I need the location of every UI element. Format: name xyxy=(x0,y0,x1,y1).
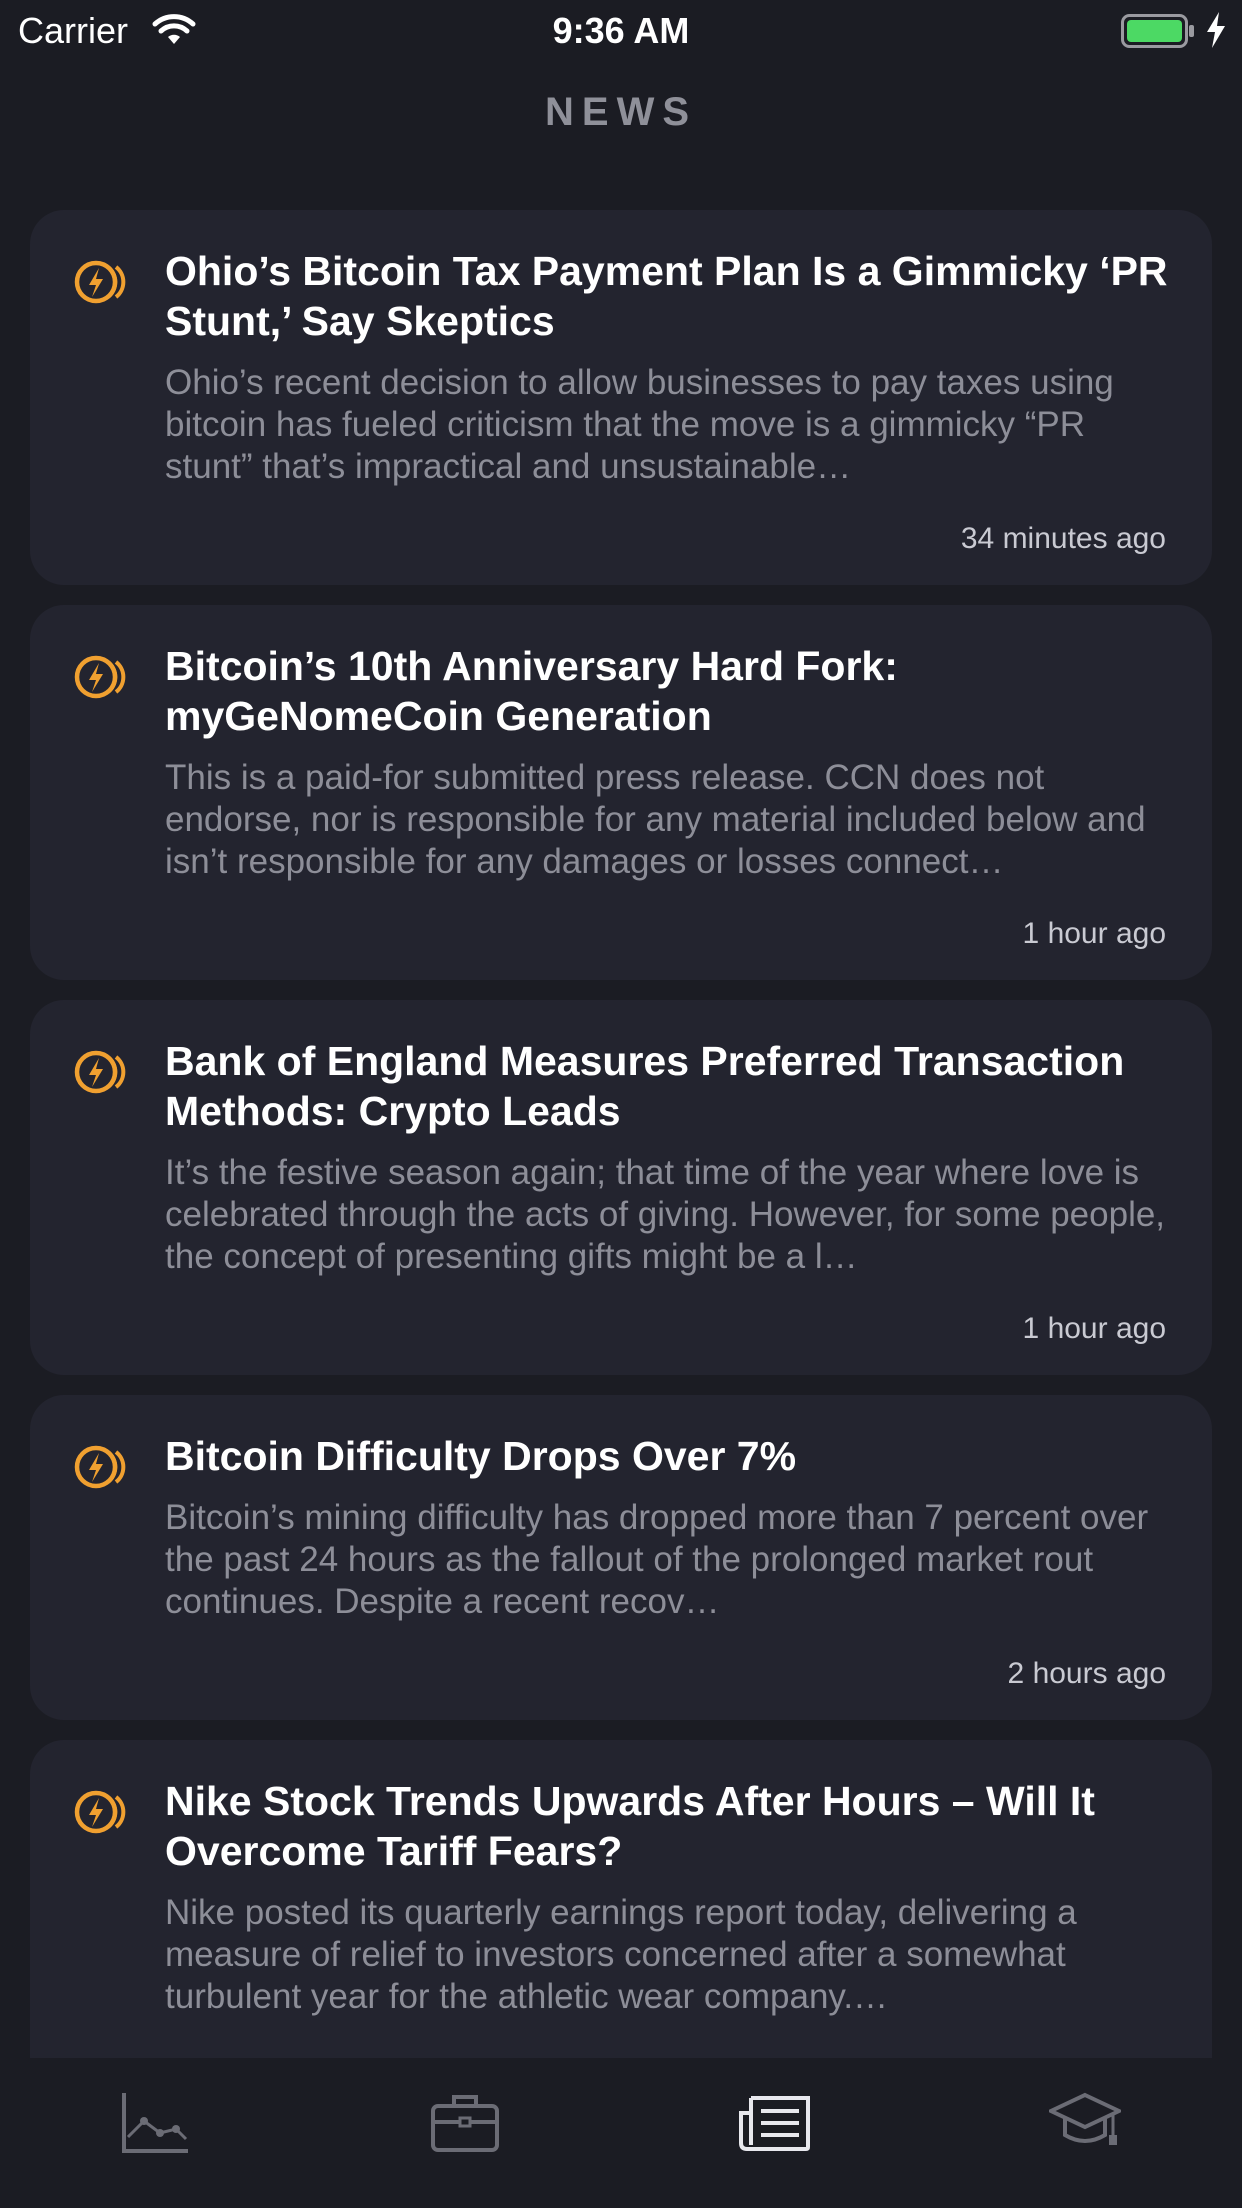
tab-learn[interactable] xyxy=(930,2058,1240,2208)
news-headline[interactable]: Ohio’s Bitcoin Tax Payment Plan Is a Gim… xyxy=(165,246,1170,346)
news-summary: Bitcoin’s mining difficulty has dropped … xyxy=(165,1498,1149,1621)
battery-icon xyxy=(1121,14,1194,48)
news-card[interactable]: Ohio’s Bitcoin Tax Payment Plan Is a Gim… xyxy=(30,210,1212,585)
charging-bolt-icon xyxy=(1207,12,1225,48)
status-time: 9:36 AM xyxy=(552,10,690,51)
tab-bar xyxy=(0,2058,1242,2208)
status-bar: Carrier 9:36 AM xyxy=(0,0,1242,62)
news-time: 2 hours ago xyxy=(1007,1657,1166,1690)
news-time: 1 hour ago xyxy=(1022,1312,1166,1345)
news-summary: Ohio’s recent decision to allow business… xyxy=(165,363,1114,486)
bitcoin-logo-icon xyxy=(74,260,126,304)
chart-icon xyxy=(122,2093,188,2153)
bitcoin-logo-icon xyxy=(74,1445,126,1489)
tab-markets[interactable] xyxy=(0,2058,310,2208)
news-time: 1 hour ago xyxy=(1022,917,1166,950)
tab-portfolio[interactable] xyxy=(310,2058,620,2208)
bitcoin-logo-icon xyxy=(74,1050,126,1094)
news-headline[interactable]: Bitcoin Difficulty Drops Over 7% xyxy=(165,1431,1170,1481)
news-card[interactable]: Nike Stock Trends Upwards After Hours – … xyxy=(30,1740,1212,2058)
news-card[interactable]: Bitcoin’s 10th Anniversary Hard Fork: my… xyxy=(30,605,1212,980)
news-summary: This is a paid-for submitted press relea… xyxy=(165,758,1146,881)
news-headline[interactable]: Bitcoin’s 10th Anniversary Hard Fork: my… xyxy=(165,641,1170,741)
news-summary: It’s the festive season again; that time… xyxy=(165,1153,1166,1276)
news-card[interactable]: Bitcoin Difficulty Drops Over 7% Bitcoin… xyxy=(30,1395,1212,1720)
page-title: NEWS xyxy=(545,90,697,134)
news-feed[interactable]: Ohio’s Bitcoin Tax Payment Plan Is a Gim… xyxy=(0,210,1242,2058)
news-headline[interactable]: Bank of England Measures Preferred Trans… xyxy=(165,1036,1170,1136)
graduation-cap-icon xyxy=(1049,2092,1121,2145)
news-icon xyxy=(739,2096,810,2151)
news-headline[interactable]: Nike Stock Trends Upwards After Hours – … xyxy=(165,1776,1170,1876)
news-summary: Nike posted its quarterly earnings repor… xyxy=(165,1893,1077,2016)
tab-news[interactable] xyxy=(620,2058,930,2208)
bitcoin-logo-icon xyxy=(74,1790,126,1834)
bitcoin-logo-icon xyxy=(74,655,126,699)
news-card[interactable]: Bank of England Measures Preferred Trans… xyxy=(30,1000,1212,1375)
news-time: 34 minutes ago xyxy=(960,522,1166,555)
briefcase-icon xyxy=(431,2095,499,2152)
